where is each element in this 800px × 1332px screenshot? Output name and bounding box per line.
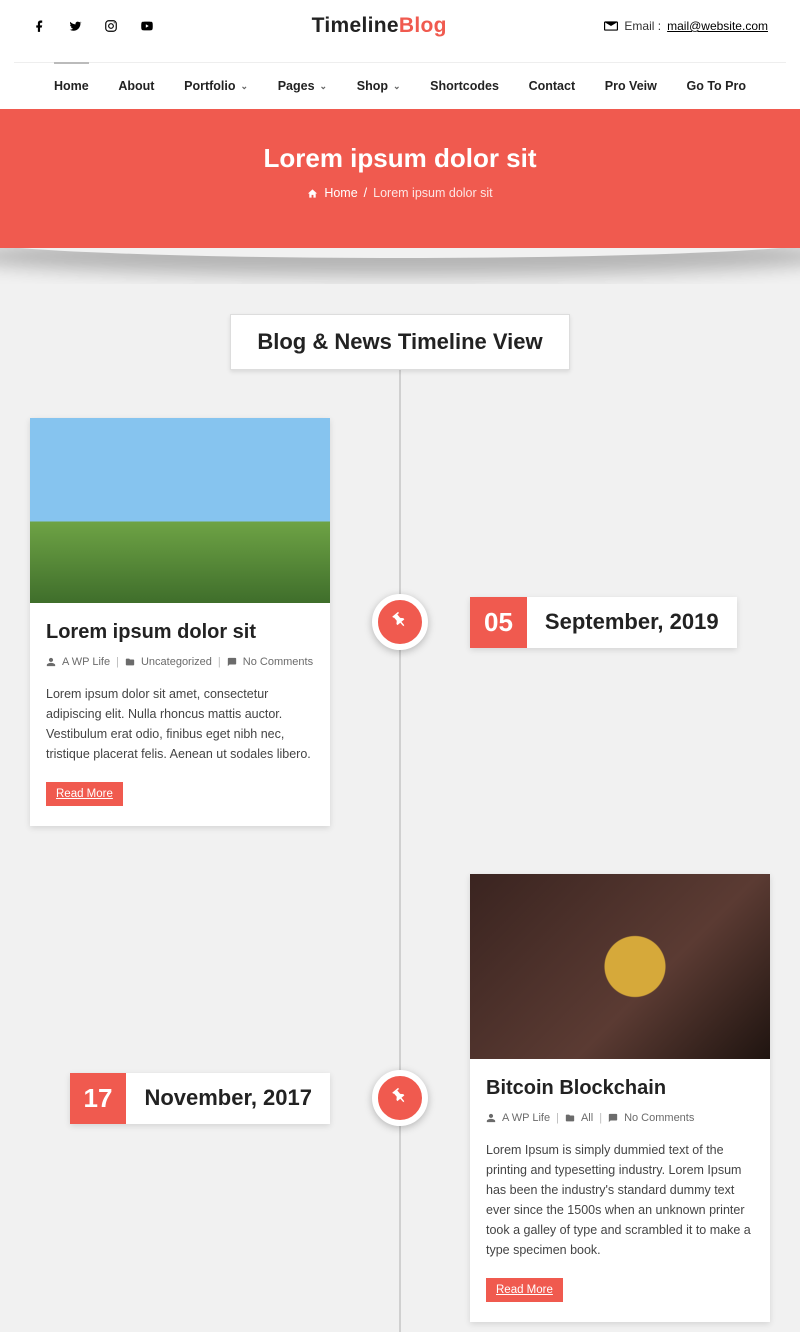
- post-excerpt: Lorem ipsum dolor sit amet, consectetur …: [46, 684, 314, 764]
- hero-shadow-decor: [0, 248, 800, 284]
- date-chip: 17 November, 2017: [70, 1073, 330, 1124]
- read-more-button[interactable]: Read More: [46, 782, 123, 806]
- logo-text-a: Timeline: [312, 14, 399, 37]
- post-category[interactable]: Uncategorized: [141, 656, 212, 668]
- timeline-row: Lorem ipsum dolor sit A WP Life | Uncate…: [0, 418, 800, 826]
- page-title: Lorem ipsum dolor sit: [0, 143, 800, 174]
- post-category[interactable]: All: [581, 1112, 593, 1124]
- breadcrumb: Home / Lorem ipsum dolor sit: [0, 186, 800, 200]
- comment-icon: [227, 656, 237, 668]
- chevron-down-icon: ⌄: [393, 81, 401, 92]
- main-nav: Home About Portfolio ⌄ Pages ⌄ Shop ⌄ Shortcodes…: [14, 63, 786, 109]
- chevron-down-icon: ⌄: [320, 81, 328, 92]
- date-day: 05: [470, 597, 527, 648]
- nav-item-shortcodes[interactable]: Shortcodes: [430, 79, 499, 93]
- nav-label: Contact: [529, 79, 576, 93]
- post-image[interactable]: [470, 874, 770, 1059]
- breadcrumb-current: Lorem ipsum dolor sit: [373, 186, 493, 200]
- nav-label: Pages: [278, 79, 315, 93]
- timeline-node: [372, 1070, 428, 1126]
- chevron-down-icon: ⌄: [241, 81, 249, 92]
- folder-icon: [565, 1112, 575, 1124]
- user-icon: [46, 656, 56, 668]
- post-author[interactable]: A WP Life: [62, 656, 110, 668]
- nav-label: Home: [54, 79, 89, 93]
- site-logo[interactable]: TimelineBlog: [312, 14, 447, 38]
- nav-label: Shop: [357, 79, 388, 93]
- post-image[interactable]: [30, 418, 330, 603]
- nav-label: Shortcodes: [430, 79, 499, 93]
- nav-item-pages[interactable]: Pages ⌄: [278, 79, 327, 93]
- home-icon: [307, 188, 318, 199]
- post-author[interactable]: A WP Life: [502, 1112, 550, 1124]
- post-title[interactable]: Lorem ipsum dolor sit: [46, 621, 314, 644]
- twitter-icon[interactable]: [68, 19, 82, 33]
- post-meta: A WP Life | All | No Comments: [486, 1112, 754, 1124]
- nav-label: Pro Veiw: [605, 79, 657, 93]
- header-contact: Email : mail@website.com: [604, 19, 768, 33]
- timeline-node: [372, 594, 428, 650]
- nav-label: About: [118, 79, 154, 93]
- nav-item-about[interactable]: About: [118, 79, 154, 93]
- nav-label: Go To Pro: [687, 79, 747, 93]
- date-month-year: September, 2019: [527, 597, 737, 648]
- youtube-icon[interactable]: [140, 19, 154, 33]
- user-icon: [486, 1112, 496, 1124]
- post-meta: A WP Life | Uncategorized | No Comments: [46, 656, 314, 668]
- timeline-row: 17 November, 2017 Bitcoin Blockchain A W…: [0, 874, 800, 1322]
- email-label: Email :: [624, 19, 661, 33]
- nav-item-go-to-pro[interactable]: Go To Pro: [687, 79, 747, 93]
- social-links: [32, 19, 154, 33]
- logo-text-b: Blog: [399, 14, 447, 37]
- breadcrumb-home[interactable]: Home: [324, 186, 357, 200]
- post-card: Lorem ipsum dolor sit A WP Life | Uncate…: [30, 418, 330, 826]
- nav-item-shop[interactable]: Shop ⌄: [357, 79, 401, 93]
- nav-item-portfolio[interactable]: Portfolio ⌄: [184, 79, 248, 93]
- comment-icon: [608, 1112, 618, 1124]
- post-title[interactable]: Bitcoin Blockchain: [486, 1077, 754, 1100]
- read-more-button[interactable]: Read More: [486, 1278, 563, 1302]
- envelope-icon: [604, 21, 618, 31]
- nav-item-contact[interactable]: Contact: [529, 79, 576, 93]
- facebook-icon[interactable]: [32, 19, 46, 33]
- section-title: Blog & News Timeline View: [230, 314, 569, 370]
- post-comments[interactable]: No Comments: [624, 1112, 694, 1124]
- nav-label: Portfolio: [184, 79, 235, 93]
- instagram-icon[interactable]: [104, 19, 118, 33]
- date-day: 17: [70, 1073, 127, 1124]
- post-excerpt: Lorem Ipsum is simply dummied text of th…: [486, 1140, 754, 1260]
- email-link[interactable]: mail@website.com: [667, 19, 768, 33]
- date-chip: 05 September, 2019: [470, 597, 737, 648]
- pin-icon: [391, 611, 409, 634]
- post-comments[interactable]: No Comments: [243, 656, 313, 668]
- folder-icon: [125, 656, 135, 668]
- page-hero: Lorem ipsum dolor sit Home / Lorem ipsum…: [0, 109, 800, 248]
- pin-icon: [391, 1087, 409, 1110]
- nav-item-pro-veiw[interactable]: Pro Veiw: [605, 79, 657, 93]
- post-card: Bitcoin Blockchain A WP Life | All | No …: [470, 874, 770, 1322]
- date-month-year: November, 2017: [126, 1073, 330, 1124]
- nav-item-home[interactable]: Home: [54, 79, 89, 93]
